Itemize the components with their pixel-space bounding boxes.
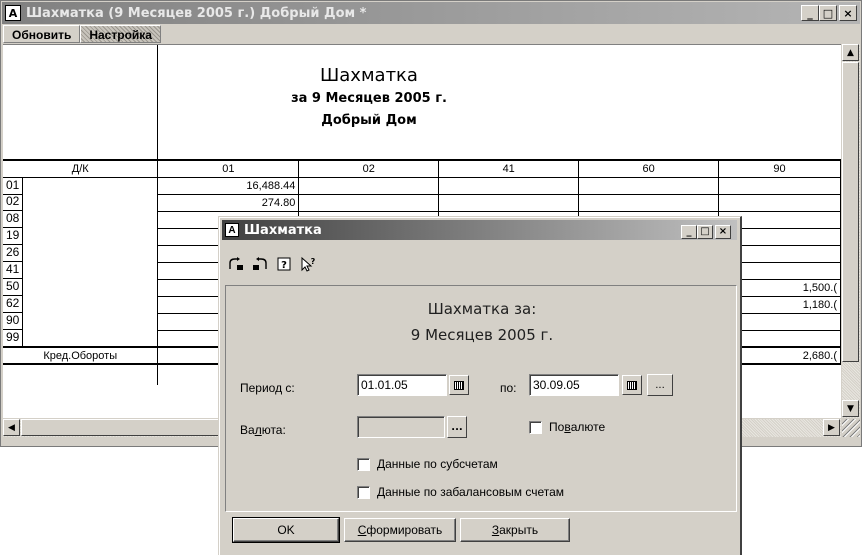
value-cell	[718, 194, 841, 212]
help-icon[interactable]: ?	[273, 254, 295, 274]
account-cell: 90	[3, 313, 24, 330]
account-cell: 08	[3, 211, 24, 228]
report-title: Шахматка	[320, 65, 418, 86]
scroll-down-arrow-icon[interactable]: ▼	[842, 400, 859, 417]
dialog-toolbar: ? ?	[225, 253, 321, 275]
total-label: Кред.Обороты	[3, 346, 159, 365]
dialog-app-icon: A	[225, 223, 239, 237]
table-row[interactable]: 01 16,488.44	[3, 177, 841, 195]
period-to-field[interactable]: 30.09.05	[529, 374, 619, 396]
dialog-title: Шахматка	[244, 222, 322, 238]
period-select-button[interactable]: ...	[647, 374, 673, 396]
vertical-scroll-thumb[interactable]	[842, 62, 859, 362]
column-header: 02	[298, 159, 440, 178]
generate-button[interactable]: Сформировать	[344, 518, 456, 542]
offbalance-checkbox[interactable]: Данные по забалансовым счетам	[357, 485, 564, 499]
svg-text:?: ?	[281, 260, 287, 271]
ok-button[interactable]: OK	[232, 517, 340, 543]
account-cell: 19	[3, 228, 24, 245]
dialog-close-button[interactable]: ×	[715, 225, 731, 239]
horizontal-scroll-thumb[interactable]	[21, 419, 231, 436]
value-cell	[718, 177, 841, 195]
dialog-title-bar[interactable]: A Шахматка _ □ ×	[222, 220, 737, 240]
restore-settings-icon[interactable]	[249, 254, 271, 274]
corner-header: Д/К	[3, 159, 159, 178]
scroll-left-arrow-icon[interactable]: ◀	[3, 419, 20, 436]
report-menubar: Обновить Настройка	[3, 25, 841, 43]
report-app-icon: A	[5, 5, 21, 21]
checkbox-box[interactable]	[357, 485, 370, 499]
resize-grip-icon[interactable]	[842, 419, 860, 437]
settings-button[interactable]: Настройка	[80, 25, 161, 43]
dialog-maximize-button[interactable]: □	[697, 225, 713, 239]
account-cell: 99	[3, 330, 24, 347]
dialog-heading: Шахматка за:	[427, 300, 537, 318]
close-dialog-button[interactable]: Закрыть	[460, 518, 570, 542]
subaccounts-checkbox[interactable]: Данные по субсчетам	[357, 457, 498, 471]
period-to-label: по:	[500, 381, 517, 395]
dialog-heading-period: 9 Месяцев 2005 г.	[410, 326, 554, 344]
currency-field[interactable]	[357, 416, 445, 438]
save-settings-icon[interactable]	[225, 254, 247, 274]
calendar-to-icon[interactable]	[622, 375, 642, 395]
dialog-minimize-button[interactable]: _	[681, 225, 697, 239]
currency-label: Валюта:	[240, 423, 286, 437]
main-title-bar[interactable]: A Шахматка (9 Месяцев 2005 г.) Добрый До…	[2, 2, 860, 24]
period-from-label: Период с:	[240, 381, 295, 395]
value-cell: 16,488.44	[157, 177, 300, 195]
maximize-button[interactable]: □	[819, 5, 837, 21]
currency-select-button[interactable]: ...	[447, 416, 467, 438]
by-currency-checkbox[interactable]: По в алюте	[529, 420, 605, 434]
scroll-right-arrow-icon[interactable]: ▶	[823, 419, 840, 436]
calendar-from-icon[interactable]	[449, 375, 469, 395]
column-header: 90	[718, 159, 841, 178]
column-header: 60	[578, 159, 720, 178]
close-button[interactable]: ×	[839, 5, 857, 21]
value-cell: 274.80	[157, 194, 300, 212]
account-cell: 02	[3, 194, 24, 211]
settings-dialog: A Шахматка _ □ × ? ? Шахматка за: 9 Меся…	[218, 216, 742, 555]
account-cell: 62	[3, 296, 24, 313]
column-header: 01	[157, 159, 300, 178]
refresh-button[interactable]: Обновить	[3, 25, 81, 43]
account-cell: 41	[3, 262, 24, 279]
period-from-field[interactable]: 01.01.05	[357, 374, 447, 396]
account-cell: 01	[3, 177, 24, 195]
vertical-scrollbar[interactable]: ▲ ▼	[842, 44, 860, 418]
table-row[interactable]: 02 274.80	[3, 194, 841, 212]
scroll-up-arrow-icon[interactable]: ▲	[842, 44, 859, 61]
svg-text:?: ?	[311, 257, 316, 266]
account-cell: 26	[3, 245, 24, 262]
report-company: Добрый Дом	[321, 113, 417, 128]
main-window-title: Шахматка (9 Месяцев 2005 г.) Добрый Дом …	[26, 5, 367, 21]
dialog-panel: Шахматка за: 9 Месяцев 2005 г. Период с:…	[225, 285, 737, 512]
report-period: за 9 Месяцев 2005 г.	[291, 91, 447, 106]
offbalance-label: Данные по забалансовым счетам	[377, 485, 565, 499]
subaccounts-label: Данные по субсчетам	[377, 457, 498, 471]
context-help-icon[interactable]: ?	[297, 254, 319, 274]
checkbox-box[interactable]	[357, 457, 370, 471]
table-header-row: Д/К 01 02 41 60 90	[3, 159, 841, 178]
minimize-button[interactable]: _	[801, 5, 819, 21]
checkbox-box[interactable]	[529, 420, 542, 434]
account-cell: 50	[3, 279, 24, 296]
column-header: 41	[438, 159, 580, 178]
